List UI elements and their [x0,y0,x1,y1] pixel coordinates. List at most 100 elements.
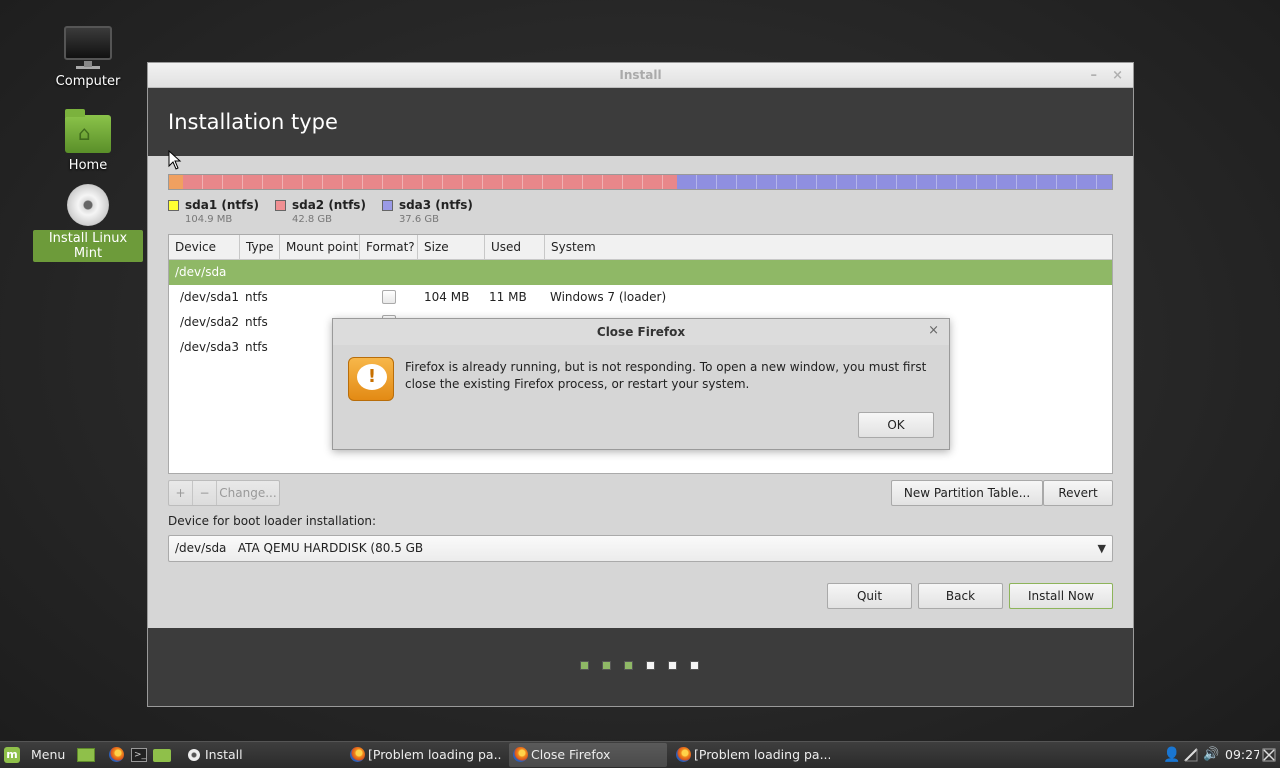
dialog-message: Firefox is already running, but is not r… [405,360,927,391]
warning-glyph: ! [357,364,387,390]
page-title: Installation type [148,88,1133,156]
partition-edit-buttons: + − Change... [168,480,280,506]
step-progress-dots [580,661,699,670]
step-dot [668,661,677,670]
column-header-used[interactable]: Used [485,235,545,259]
column-header-format[interactable]: Format? [360,235,418,259]
taskbar: m Menu >_ Install [Problem loading pa...… [0,741,1280,768]
firefox-icon [676,747,691,762]
partition-bar-sda2 [183,175,678,189]
cell-device: /dev/sda3 [180,340,240,354]
column-header-mount-point[interactable]: Mount point [280,235,360,259]
new-partition-table-button[interactable]: New Partition Table... [891,480,1043,506]
desktop-icon-home[interactable]: ⌂ Home [33,109,143,174]
disc-icon [67,184,109,226]
task-label: [Problem loading pa... [368,747,501,762]
close-icon[interactable]: × [1112,63,1123,88]
partition-legend: sda1 (ntfs) 104.9 MB sda2 (ntfs) 42.8 GB… [168,198,473,225]
ok-button[interactable]: OK [858,412,934,438]
task-label: Install [205,747,243,762]
table-group-row[interactable]: /dev/sda [169,260,1112,285]
terminal-launcher-icon[interactable]: >_ [131,742,149,768]
taskbar-task-firefox-2[interactable]: [Problem loading pa... [672,743,830,767]
desktop-icon-label: Install Linux Mint [33,230,143,262]
column-header-device[interactable]: Device [169,235,240,259]
menu-label: Menu [31,747,66,762]
window-titlebar[interactable]: Install – × [148,63,1133,88]
clock[interactable]: 09:27 [1225,742,1259,768]
firefox-icon [350,747,365,762]
add-partition-button[interactable]: + [169,481,193,505]
partition-bar [168,174,1113,190]
remove-partition-button[interactable]: − [193,481,217,505]
mint-logo-icon: m [4,747,20,763]
step-dot [646,661,655,670]
close-icon[interactable]: × [928,323,939,338]
network-icon[interactable] [1184,742,1200,768]
computer-icon [64,26,112,67]
desktop-icon-computer[interactable]: Computer [33,26,143,90]
quit-button[interactable]: Quit [827,583,912,609]
desktop-icon-install-linux-mint[interactable]: Install Linux Mint [33,184,143,262]
power-icon[interactable] [1262,742,1278,768]
cell-type: ntfs [245,315,268,329]
table-row[interactable]: /dev/sda1 ntfs 104 MB 11 MB Windows 7 (l… [169,285,1112,310]
legend-size: 37.6 GB [398,214,439,225]
legend-size: 42.8 GB [291,214,333,225]
column-header-system[interactable]: System [545,235,1112,259]
step-dot [690,661,699,670]
cell-device: /dev/sda2 [180,315,240,329]
task-label: [Problem loading pa... [694,747,830,762]
cell-used: 11 MB [489,290,527,304]
taskbar-task-install[interactable]: Install [183,743,338,767]
chevron-down-icon: ▼ [1097,542,1106,555]
change-partition-button[interactable]: Change... [217,481,279,505]
step-dot [580,661,589,670]
legend-item-sda1: sda1 (ntfs) 104.9 MB [168,198,259,225]
user-icon[interactable]: 👤 [1163,742,1179,768]
firefox-icon [513,747,528,762]
cell-type: ntfs [245,340,268,354]
step-dot [602,661,611,670]
dialog-title[interactable]: Close Firefox [333,319,949,345]
back-button[interactable]: Back [918,583,1003,609]
column-header-type[interactable]: Type [240,235,280,259]
taskbar-task-close-firefox[interactable]: Close Firefox [509,743,667,767]
table-header: Device Type Mount point Format? Size Use… [169,235,1112,260]
cell-format [360,285,418,310]
legend-name: sda2 (ntfs) [291,198,366,212]
step-dot [624,661,633,670]
legend-swatch [381,200,393,211]
files-launcher-icon[interactable] [153,742,173,768]
bootloader-label: Device for boot loader installation: [168,514,377,528]
install-now-button[interactable]: Install Now [1009,583,1113,609]
cell-size: 104 MB [424,290,470,304]
legend-name: sda3 (ntfs) [398,198,473,212]
window-title: Install [619,68,662,82]
minimize-icon[interactable]: – [1091,63,1098,88]
firefox-launcher-icon[interactable] [107,742,127,768]
revert-button[interactable]: Revert [1043,480,1113,506]
legend-swatch [274,200,286,211]
legend-size: 104.9 MB [185,214,233,225]
cell-system: Windows 7 (loader) [550,290,667,304]
legend-swatch [168,200,179,211]
legend-name: sda1 (ntfs) [185,198,259,212]
column-header-size[interactable]: Size [418,235,485,259]
partition-bar-sda1 [169,175,183,189]
warning-icon: ! [348,357,394,401]
installer-footer [148,628,1133,706]
mouse-cursor-icon [168,150,182,170]
taskbar-task-firefox-1[interactable]: [Problem loading pa... [346,743,501,767]
cell-device: /dev/sda1 [180,290,240,304]
desktop-icon-label: Home [68,158,108,173]
show-desktop-icon[interactable] [77,742,95,768]
legend-item-sda2: sda2 (ntfs) 42.8 GB [274,198,366,225]
close-firefox-dialog: Close Firefox × ! Firefox is already run… [332,318,950,450]
bootloader-selected-value: /dev/sda ATA QEMU HARDDISK (80.5 GB [175,541,424,555]
format-checkbox[interactable] [382,290,396,304]
cell-type: ntfs [245,290,268,304]
menu-button[interactable]: m Menu [0,742,70,768]
bootloader-device-select[interactable]: /dev/sda ATA QEMU HARDDISK (80.5 GB ▼ [168,535,1113,562]
volume-icon[interactable]: 🔊 [1203,742,1219,768]
